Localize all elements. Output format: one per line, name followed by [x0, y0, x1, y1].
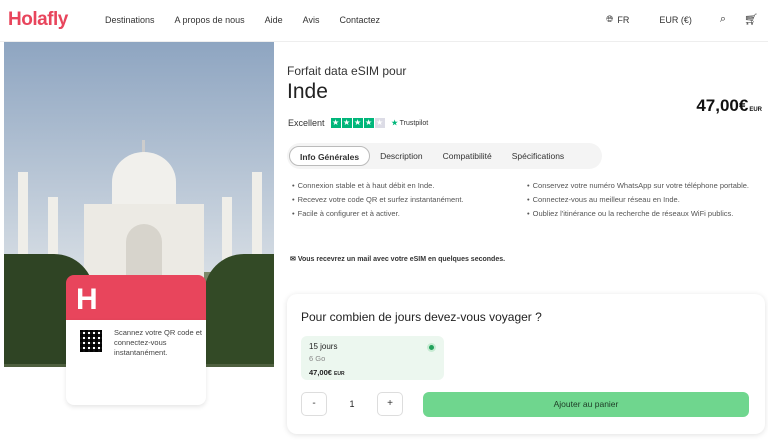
- header: Holafly Destinations A propos de nous Ai…: [0, 0, 768, 42]
- rating-stars: ★ ★ ★ ★ ★: [330, 118, 386, 128]
- days-question: Pour combien de jours devez-vous voyager…: [301, 310, 542, 324]
- option-days: 15 jours: [309, 342, 338, 351]
- rating-label: Excellent: [288, 118, 325, 128]
- qty-value[interactable]: 1: [327, 399, 377, 409]
- main-dome: [112, 152, 176, 212]
- option-price-value: 47,00€: [309, 368, 332, 377]
- purchase-box: Pour combien de jours devez-vous voyager…: [287, 294, 765, 434]
- qr-text: Scannez votre QR code et connectez-vous …: [114, 328, 202, 357]
- nav-destinations[interactable]: Destinations: [105, 15, 155, 25]
- tab-compatibilite[interactable]: Compatibilité: [433, 146, 502, 166]
- nav-about[interactable]: A propos de nous: [175, 15, 245, 25]
- price-currency: EUR: [749, 107, 762, 113]
- feature-item: Connexion stable et à haut débit en Inde…: [292, 181, 507, 191]
- feature-item: Oubliez l'itinérance ou la recherche de …: [527, 209, 762, 219]
- tab-info-generales[interactable]: Info Générales: [289, 146, 371, 166]
- feature-item: Connectez-vous au meilleur réseau en Ind…: [527, 195, 762, 205]
- product-page: Holafly Destinations A propos de nous Ai…: [0, 0, 768, 440]
- mail-note-text: Vous recevrez un mail avec votre eSIM en…: [297, 256, 506, 263]
- nav-help[interactable]: Aide: [265, 15, 283, 25]
- product-title: Inde: [287, 80, 328, 103]
- mail-note: ✉ Vous recevrez un mail avec votre eSIM …: [290, 255, 505, 263]
- trustpilot-logo: ★ Trustpilot: [391, 120, 429, 127]
- trustpilot-rating[interactable]: Excellent ★ ★ ★ ★ ★ ★ Trustpilot: [288, 118, 428, 128]
- plan-option-15-days[interactable]: 15 jours 6 Go 47,00€ EUR: [301, 336, 444, 380]
- holafly-logo[interactable]: Holafly: [8, 9, 68, 31]
- feature-item: Recevez votre code QR et surfez instanta…: [292, 195, 507, 205]
- qty-plus-button[interactable]: +: [377, 392, 403, 416]
- quantity-stepper: - 1 +: [301, 392, 403, 416]
- search-icon[interactable]: ⌕: [720, 13, 726, 26]
- add-to-cart-button[interactable]: Ajouter au panier: [423, 392, 749, 417]
- price-value: 47,00€: [696, 96, 749, 115]
- star-icon: ★: [363, 118, 374, 128]
- product-subtitle: Forfait data eSIM pour: [287, 64, 407, 78]
- tab-description[interactable]: Description: [370, 146, 433, 166]
- product-price: 47,00€EUR: [696, 96, 762, 116]
- option-radio-selected[interactable]: [427, 343, 436, 352]
- option-data: 6 Go: [309, 354, 326, 363]
- tab-specifications[interactable]: Spécifications: [502, 146, 574, 166]
- features-right: Conservez votre numéro WhatsApp sur votr…: [527, 181, 762, 223]
- star-icon: ★: [352, 118, 363, 128]
- qty-minus-button[interactable]: -: [301, 392, 327, 416]
- mail-icon: ✉: [290, 256, 298, 263]
- feature-item: Conservez votre numéro WhatsApp sur votr…: [527, 181, 762, 191]
- star-icon: ★: [341, 118, 352, 128]
- info-tabs: Info Générales Description Compatibilité…: [287, 143, 602, 169]
- main-nav: Destinations A propos de nous Aide Avis …: [105, 15, 400, 25]
- nav-reviews[interactable]: Avis: [303, 15, 320, 25]
- globe-icon: 🌐︎: [606, 14, 614, 24]
- cart-icon[interactable]: 🛒︎: [744, 13, 758, 26]
- option-price: 47,00€ EUR: [309, 368, 345, 377]
- star-icon: ★: [330, 118, 341, 128]
- currency-selector[interactable]: EUR (€): [659, 15, 692, 25]
- header-right: 🌐︎ FR EUR (€) ⌕ 🛒︎: [606, 13, 758, 26]
- card-logo: H: [76, 283, 98, 316]
- trees-right: [204, 254, 274, 364]
- star-icon: ★: [374, 118, 385, 128]
- language-selector[interactable]: 🌐︎ FR: [606, 14, 629, 25]
- language-label: FR: [617, 14, 630, 25]
- monument-arch: [126, 224, 162, 280]
- qr-card: Scannez votre QR code et connectez-vous …: [66, 320, 206, 405]
- trustpilot-label: Trustpilot: [399, 120, 429, 127]
- nav-contact[interactable]: Contactez: [339, 15, 380, 25]
- feature-item: Facile à configurer et à activer.: [292, 209, 507, 219]
- option-price-currency: EUR: [334, 371, 345, 377]
- features-left: Connexion stable et à haut débit en Inde…: [292, 181, 507, 223]
- qr-code-icon: [80, 330, 102, 352]
